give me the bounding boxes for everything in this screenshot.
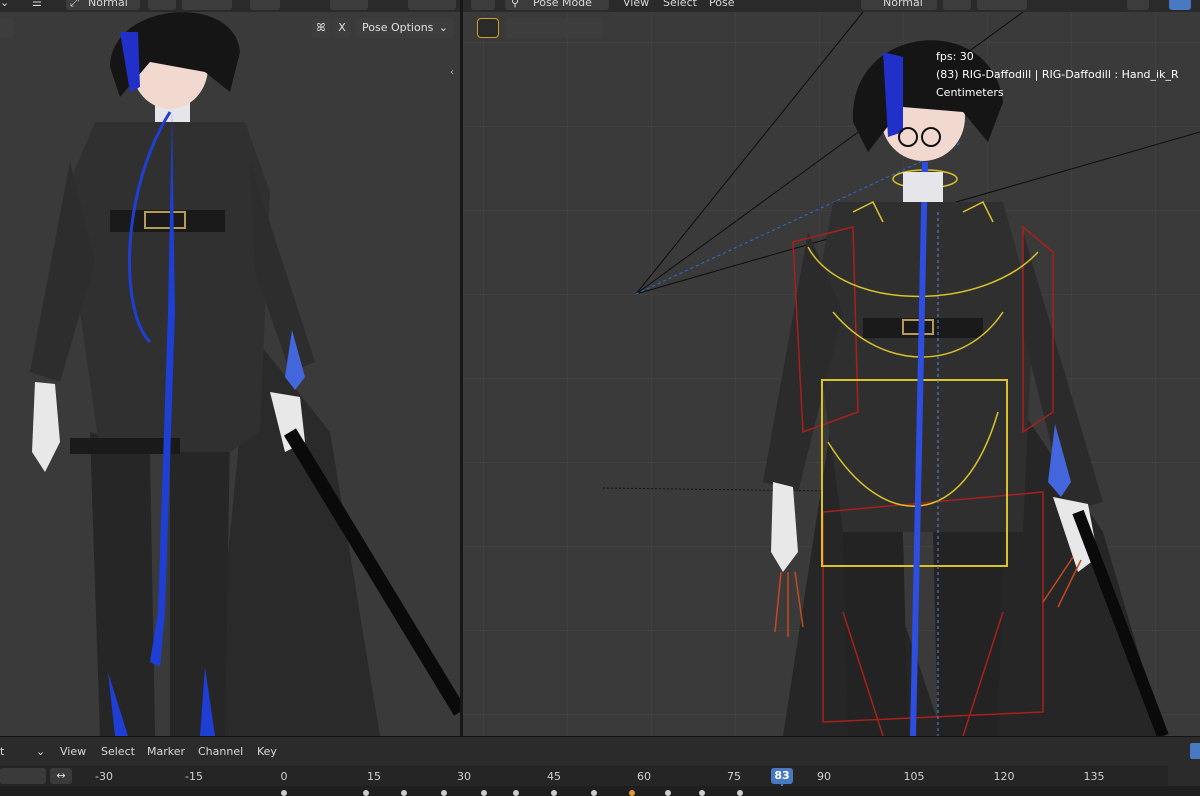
pose-options-label: Pose Options: [362, 21, 434, 34]
snap-dropdown[interactable]: [182, 0, 232, 10]
keyframe[interactable]: [551, 790, 557, 796]
pivot-dropdown[interactable]: [943, 0, 971, 10]
right-viewport-header: ⚲ Pose Mode View Select Pose Normal: [463, 0, 1200, 12]
chevron-down-icon[interactable]: ⌄: [36, 745, 45, 758]
mode-dropdown[interactable]: ⚲ Pose Mode: [505, 0, 609, 10]
frame-label: 60: [637, 770, 651, 783]
keyframe[interactable]: [591, 790, 597, 796]
timeline-menu-channel[interactable]: Channel: [198, 745, 243, 758]
menu-pose[interactable]: Pose: [709, 0, 734, 10]
keyframe[interactable]: [481, 790, 487, 796]
timeline-menu-marker[interactable]: Marker: [147, 745, 185, 758]
gizmo-button[interactable]: [1127, 0, 1149, 10]
transform-icon: ⤢: [70, 0, 79, 9]
editor-type-button[interactable]: [471, 0, 495, 10]
keyframe[interactable]: [665, 790, 671, 796]
close-button[interactable]: X: [333, 18, 351, 38]
keyframe[interactable]: [513, 790, 519, 796]
left-3d-viewport[interactable]: ꕤ X Pose Options ⌄ ‹: [0, 12, 460, 736]
shading-label: Normal: [88, 0, 128, 9]
frame-label: 45: [547, 770, 561, 783]
timeline-header: t ⌄ View Select Marker Channel Key: [0, 736, 1200, 767]
shading-dropdown[interactable]: ⤢ Normal: [66, 0, 140, 10]
keyframe[interactable]: [363, 790, 369, 796]
keyframe[interactable]: [441, 790, 447, 796]
keyframe[interactable]: [699, 790, 705, 796]
frame-label: 90: [817, 770, 831, 783]
left-character-render: [30, 12, 460, 736]
pose-mode-icon: ⚲: [511, 0, 520, 9]
timeline-menu-select[interactable]: Select: [101, 745, 135, 758]
timeline-menu-key[interactable]: Key: [257, 745, 277, 758]
selected-keyframe[interactable]: [629, 790, 635, 796]
shading-dropdown[interactable]: Normal: [861, 0, 937, 10]
right-character-render: [463, 12, 1200, 736]
selection-mode-buttons[interactable]: [505, 18, 603, 38]
frame-label: -30: [95, 770, 113, 783]
keyframe-row[interactable]: [0, 786, 1200, 796]
swap-arrows-icon[interactable]: ↔: [50, 768, 72, 784]
mode-label: Pose Mode: [533, 0, 592, 9]
frame-label: -15: [185, 770, 203, 783]
overlay-dropdown[interactable]: [330, 0, 368, 10]
channel-search-field[interactable]: [0, 768, 46, 784]
keyframe[interactable]: [737, 790, 743, 796]
menu-hamburger-icon[interactable]: ☰: [32, 0, 42, 10]
sidebar-toggle-icon[interactable]: ‹: [450, 67, 454, 78]
butterfly-icon[interactable]: ꕤ: [312, 18, 330, 38]
left-viewport-header: ⌄ ☰ ⤢ Normal: [0, 0, 460, 12]
frame-label: 30: [457, 770, 471, 783]
proportional-edit-button[interactable]: [250, 0, 280, 10]
frame-label: 15: [367, 770, 381, 783]
pose-options-dropdown[interactable]: Pose Options ⌄: [356, 18, 454, 38]
toggle-button[interactable]: [1169, 0, 1191, 10]
ruler-right-panel: [1168, 766, 1200, 786]
current-frame-indicator[interactable]: 83: [771, 768, 793, 784]
timeline-toggle-button[interactable]: [1190, 743, 1200, 759]
right-3d-viewport[interactable]: fps: 30 (83) RIG-Daffodill | RIG-Daffodi…: [463, 12, 1200, 736]
menu-view[interactable]: View: [623, 0, 649, 10]
timeline-menu-view[interactable]: View: [60, 745, 86, 758]
frame-label: 105: [903, 770, 925, 783]
select-tool-button[interactable]: [477, 18, 499, 38]
frame-label: 120: [993, 770, 1015, 783]
menu-select[interactable]: Select: [663, 0, 697, 10]
units-label: Centimeters: [936, 86, 1004, 99]
viewport-shading-buttons[interactable]: [408, 0, 456, 10]
keyframe[interactable]: [401, 790, 407, 796]
timeline-mode-dropdown[interactable]: t: [0, 745, 4, 758]
frame-label: 135: [1083, 770, 1105, 783]
object-info: (83) RIG-Daffodill | RIG-Daffodill : Han…: [936, 68, 1179, 81]
fps-readout: fps: 30: [936, 50, 974, 63]
toolbar-toggle-button[interactable]: [0, 18, 14, 38]
shading-label: Normal: [883, 0, 923, 9]
chevron-down-icon[interactable]: ⌄: [0, 0, 9, 10]
frame-label: 0: [280, 770, 288, 783]
keyframe[interactable]: [281, 790, 287, 796]
pivot-dropdown[interactable]: [148, 0, 176, 10]
frame-label: 75: [727, 770, 741, 783]
chevron-down-icon: ⌄: [438, 21, 448, 34]
snap-dropdown[interactable]: [977, 0, 1027, 10]
timeline-ruler[interactable]: ↔ -30 -15 0 15 30 45 60 75 90 105 120 13…: [0, 766, 1200, 786]
